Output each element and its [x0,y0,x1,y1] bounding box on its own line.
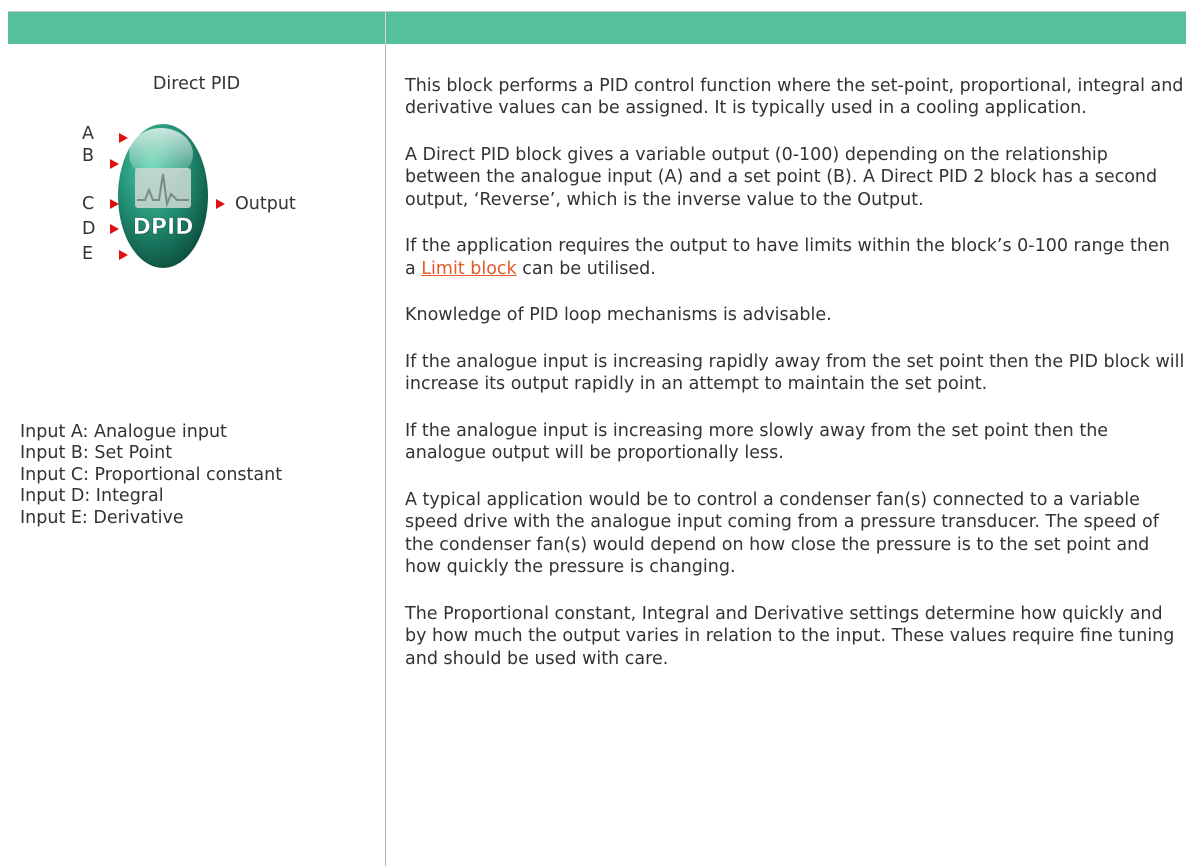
input-item-e: Input E: Derivative [20,507,184,528]
block-title: Direct PID [152,73,241,94]
output-label: Output [235,193,296,214]
pin-label-e: E [82,243,94,264]
header-cell-right [385,11,1186,44]
paragraph-text: can be utilised. [516,258,656,279]
limit-block-link[interactable]: Limit block [421,259,516,279]
pin-label-b: B [82,145,95,166]
description-paragraph: If the analogue input is increasing more… [405,420,1109,464]
input-item-c: Input C: Proportional constant [20,464,283,485]
description-paragraph: Knowledge of PID loop mechanisms is advi… [405,305,832,325]
table-header-row [8,11,1186,44]
table-body-row: Direct PID A B C D E DPID Output Input A… [8,43,1186,866]
block-doc-table: Direct PID A B C D E DPID Output Input A… [8,11,1186,866]
output-arrow-icon [216,198,225,209]
input-item-a: Input A: Analogue input [20,421,227,442]
description-paragraph: A Direct PID block gives a variable outp… [405,144,1158,210]
header-cell-left [8,11,386,44]
input-item-d: Input D: Integral [20,486,164,506]
input-item-b: Input B: Set Point [20,443,173,463]
pin-label-d: D [82,218,96,239]
pin-label-c: C [82,193,95,214]
pin-label-a: A [82,123,94,144]
input-list: Input A: Analogue input Input B: Set Poi… [20,422,282,530]
block-diagram-cell: Direct PID A B C D E DPID Output Input A… [8,43,386,866]
description-paragraph: This block performs a PID control functi… [405,75,1184,119]
description-paragraph: The Proportional constant, Integral and … [405,603,1175,669]
description-paragraph: A typical application would be to contro… [405,489,1159,578]
description-cell: This block performs a PID control functi… [386,44,1186,866]
description-paragraph: If the application requires the output t… [405,235,1186,280]
dpid-icon-label: DPID [133,215,194,240]
description: This block performs a PID control functi… [386,75,1186,671]
dpid-block-icon: DPID [118,123,208,268]
description-paragraph: If the analogue input is increasing rapi… [405,351,1185,395]
